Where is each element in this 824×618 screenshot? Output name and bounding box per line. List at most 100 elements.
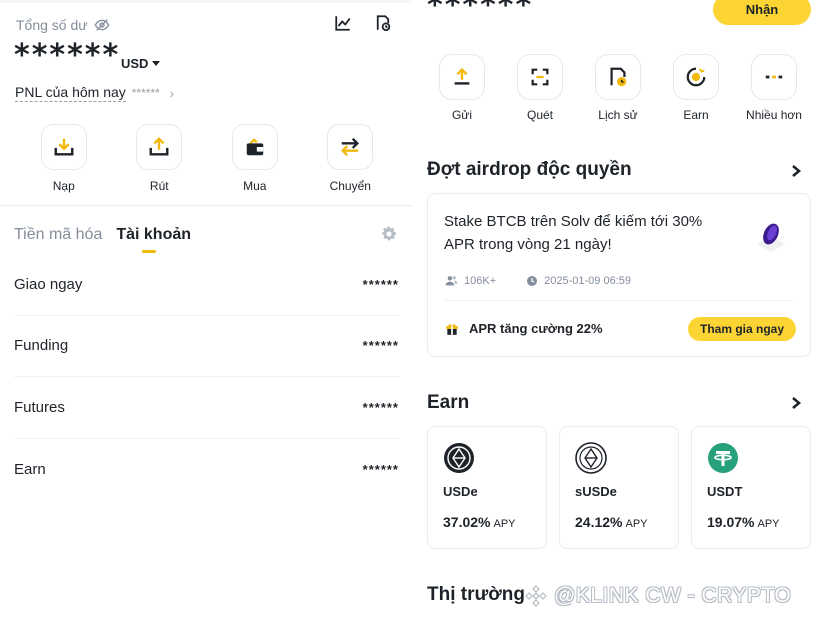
- apy-value: 24.12%: [575, 514, 623, 530]
- order-history-icon[interactable]: [374, 14, 392, 32]
- more-button[interactable]: [751, 54, 797, 100]
- btcb-token-icon: [757, 223, 785, 252]
- apy-label: APY: [757, 518, 780, 530]
- watermark: @KLINK CW - CRYPTO: [524, 584, 791, 608]
- susde-coin-icon: [575, 442, 607, 474]
- currency-selector[interactable]: USD: [121, 56, 161, 71]
- quick-actions: Gửi Quét Lịch sử Earn Nhiều hơn: [427, 54, 809, 122]
- wallet-actions: Nạp Rút Mua Chuyển: [16, 124, 398, 193]
- earn-product-symbol: USDT: [707, 484, 743, 499]
- pnl-label: PNL của hôm nay: [15, 84, 126, 102]
- airdrop-participants: 106K+: [464, 274, 497, 287]
- airdrop-meta: 106K+ 2025-01-09 06:59: [445, 274, 631, 287]
- right-panel: ****** Nhận Gửi Quét Lịch sử Earn Nhiều …: [412, 0, 824, 618]
- account-amount: ******: [362, 276, 399, 292]
- header-tools: [334, 14, 392, 32]
- deposit-label: Nạp: [52, 179, 75, 193]
- buy-action[interactable]: Mua: [207, 124, 303, 193]
- withdraw-button[interactable]: [136, 124, 183, 170]
- send-button[interactable]: [439, 54, 485, 100]
- scan-action[interactable]: Quét: [505, 54, 575, 122]
- left-panel: Tổng số dư ****** USD PNL của hôm nay **…: [0, 0, 412, 618]
- account-amount: ******: [362, 338, 399, 354]
- earn-product-card[interactable]: USDe 37.02% APY: [427, 426, 547, 549]
- chevron-right-icon[interactable]: [790, 396, 802, 410]
- clock-icon: [527, 275, 538, 286]
- section-divider: [0, 205, 412, 206]
- buy-button[interactable]: [231, 124, 278, 170]
- scan-icon: [531, 68, 549, 86]
- caret-down-icon: [152, 61, 161, 66]
- account-name: Earn: [14, 460, 46, 478]
- withdraw-icon: [149, 137, 169, 156]
- total-balance-header: Tổng số dư: [16, 17, 110, 33]
- earn-product-symbol: sUSDe: [575, 484, 617, 499]
- transfer-button[interactable]: [327, 124, 374, 170]
- tab-crypto[interactable]: Tiền mã hóa: [14, 226, 102, 244]
- earn-action[interactable]: Earn: [661, 54, 731, 122]
- account-name: Futures: [14, 398, 65, 416]
- more-icon: [765, 75, 783, 79]
- gift-icon: [446, 323, 458, 335]
- earn-product-apy: 37.02% APY: [443, 514, 516, 530]
- send-action[interactable]: Gửi: [427, 54, 497, 122]
- account-row-futures[interactable]: Futures ******: [14, 377, 399, 439]
- earn-product-symbol: USDe: [443, 484, 478, 499]
- apr-boost-label: APR tăng cường 22%: [469, 321, 603, 336]
- pnl-value: ******: [131, 86, 160, 100]
- buy-label: Mua: [243, 179, 267, 193]
- join-now-button[interactable]: Tham gia ngay: [688, 317, 796, 341]
- withdraw-label: Rút: [149, 179, 169, 193]
- tab-accounts[interactable]: Tài khoản: [116, 226, 191, 253]
- account-amount: ******: [362, 399, 399, 415]
- account-row-earn[interactable]: Earn ******: [14, 439, 399, 501]
- deposit-button[interactable]: [40, 124, 87, 170]
- total-balance-value: ******: [14, 38, 121, 73]
- deposit-action[interactable]: Nạp: [16, 124, 112, 193]
- total-balance-label: Tổng số dư: [16, 17, 88, 33]
- transfer-action[interactable]: Chuyển: [303, 124, 399, 193]
- withdraw-action[interactable]: Rút: [112, 124, 208, 193]
- chevron-right-icon: ›: [169, 85, 175, 101]
- card-divider: [444, 300, 794, 301]
- apr-boost: APR tăng cường 22%: [445, 321, 603, 336]
- usdt-coin-icon: [708, 443, 738, 473]
- airdrop-card[interactable]: Stake BTCB trên Solv để kiếm tới 30% APR…: [427, 193, 811, 357]
- chart-icon[interactable]: [334, 14, 352, 32]
- history-button[interactable]: [595, 54, 641, 100]
- history-action[interactable]: Lịch sử: [583, 54, 653, 122]
- apy-value: 19.07%: [707, 514, 755, 530]
- pnl-today[interactable]: PNL của hôm nay ****** ›: [15, 84, 174, 102]
- airdrop-section-title: Đợt airdrop độc quyền: [427, 159, 632, 180]
- earn-products: USDe 37.02% APY sUSDe 24.12% APY USDT 19…: [427, 426, 811, 549]
- history-icon: [610, 67, 627, 87]
- send-icon: [454, 67, 470, 85]
- gear-icon[interactable]: [380, 225, 398, 243]
- account-name: Funding: [14, 337, 69, 355]
- buy-wallet-icon: [246, 138, 263, 156]
- balance-hidden: ******: [427, 0, 534, 23]
- market-section-title: Thị trường: [427, 584, 525, 605]
- earn-product-card[interactable]: USDT 19.07% APY: [691, 426, 811, 549]
- binance-logo-icon: [525, 585, 547, 607]
- more-action[interactable]: Nhiều hơn: [739, 54, 809, 122]
- account-amount: ******: [362, 461, 399, 477]
- earn-label: Earn: [683, 108, 709, 122]
- scan-button[interactable]: [517, 54, 563, 100]
- deposit-icon: [54, 138, 74, 156]
- apy-label: APY: [493, 518, 516, 530]
- history-label: Lịch sử: [598, 108, 638, 122]
- account-row-funding[interactable]: Funding ******: [14, 316, 399, 377]
- chevron-right-icon[interactable]: [790, 164, 802, 178]
- earn-button[interactable]: [673, 54, 719, 100]
- earn-product-card[interactable]: sUSDe 24.12% APY: [559, 426, 679, 549]
- users-icon: [445, 276, 458, 286]
- send-label: Gửi: [451, 108, 473, 122]
- usde-coin-icon: [444, 443, 474, 473]
- claim-button[interactable]: Nhận: [713, 0, 811, 25]
- account-row-spot[interactable]: Giao ngay ******: [14, 254, 399, 316]
- eye-hidden-icon[interactable]: [94, 17, 110, 33]
- account-list: Giao ngay ****** Funding ****** Futures …: [14, 254, 399, 500]
- more-label: Nhiều hơn: [746, 108, 802, 122]
- asset-tabs: Tiền mã hóa Tài khoản: [14, 226, 191, 253]
